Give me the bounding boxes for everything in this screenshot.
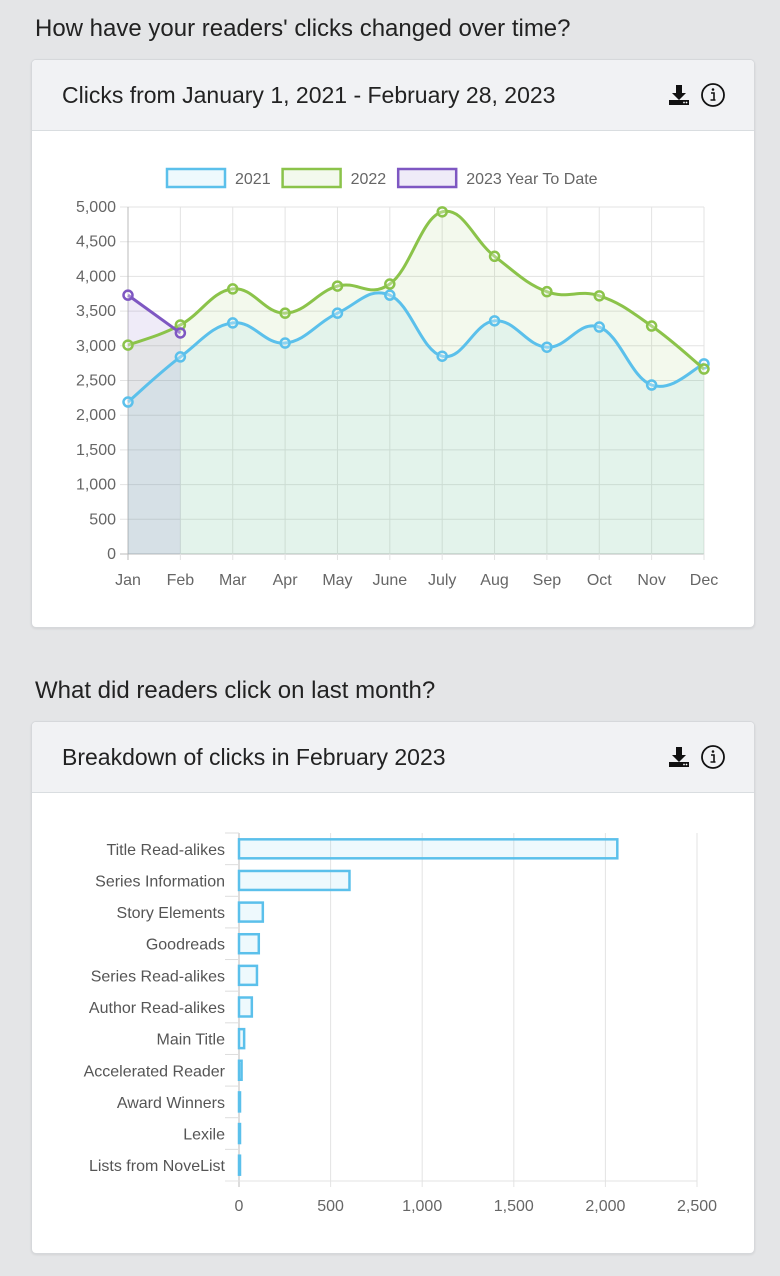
data-point <box>436 350 448 362</box>
clicks-over-time-card: Clicks from January 1, 2021 - February 2… <box>31 59 755 628</box>
data-point <box>331 280 344 292</box>
y-tick-label: Lexile <box>183 1127 225 1144</box>
legend-swatch <box>396 167 458 189</box>
y-tick-label: Story Elements <box>117 905 225 922</box>
y-tick-label: Author Read-alikes <box>89 1000 225 1017</box>
bar <box>237 869 351 892</box>
y-tick-label: 3,000 <box>76 338 116 355</box>
y-tick-label: 4,000 <box>76 268 116 285</box>
card-title: Breakdown of clicks in February 2023 <box>62 744 446 770</box>
clicks-breakdown-card: Breakdown of clicks in February 2023 0 50… <box>31 721 755 1254</box>
line-chart: 0 500 1,000 1,500 2,000 2,500 3,000 3,500 4,000 4… <box>76 167 718 589</box>
bar <box>237 964 259 987</box>
data-point <box>645 379 658 391</box>
x-tick-label: Oct <box>587 572 612 589</box>
x-tick-label: 2,000 <box>585 1198 625 1215</box>
data-point <box>645 320 658 332</box>
data-point <box>122 289 134 301</box>
x-tick-label: Sep <box>533 572 562 589</box>
x-tick-label: Jan <box>115 572 141 589</box>
bar-chart: 0 500 1,000 1,500 2,000 2,500 Title Read-alike… <box>84 832 717 1215</box>
info-icon[interactable] <box>700 744 726 770</box>
y-tick-label: Accelerated Reader <box>84 1063 226 1080</box>
series-area-2 <box>128 295 181 554</box>
info-icon[interactable] <box>700 82 726 108</box>
data-point <box>174 351 187 363</box>
x-tick-label: Apr <box>273 572 299 589</box>
x-tick-label: Dec <box>690 572 718 589</box>
section-heading-breakdown: What did readers click on last month? <box>35 677 436 704</box>
x-tick-label: May <box>322 572 352 589</box>
y-tick-label: 2,000 <box>76 407 116 424</box>
legend-label: 2021 <box>235 171 271 188</box>
y-tick-label: Series Read-alikes <box>91 968 225 985</box>
data-point <box>593 290 606 302</box>
x-tick-label: Feb <box>167 572 195 589</box>
data-point <box>226 317 239 329</box>
data-point <box>488 250 501 263</box>
data-point <box>488 315 501 327</box>
y-tick-label: 1,000 <box>76 477 116 494</box>
bar <box>237 1122 242 1145</box>
card-header: Clicks from January 1, 2021 - February 2… <box>32 60 754 131</box>
data-point <box>279 307 291 319</box>
bar <box>237 996 254 1018</box>
bar <box>237 838 619 860</box>
data-point <box>174 327 187 339</box>
download-icon[interactable] <box>666 82 692 108</box>
y-tick-label: Title Read-alikes <box>106 842 225 859</box>
x-tick-label: Nov <box>637 572 665 589</box>
legend-swatch <box>165 167 227 189</box>
data-point <box>593 321 606 333</box>
y-tick-label: 2,500 <box>76 373 116 390</box>
data-point <box>541 341 553 353</box>
bar <box>237 1059 243 1082</box>
y-tick-label: Award Winners <box>117 1095 225 1112</box>
bar <box>237 1154 242 1176</box>
bar <box>237 1027 246 1050</box>
download-icon[interactable] <box>666 744 692 770</box>
data-point <box>279 337 291 349</box>
section-heading-trends: How have your readers' clicks changed ov… <box>35 15 571 42</box>
data-point <box>384 278 396 290</box>
bar <box>237 932 261 955</box>
data-point <box>331 307 344 319</box>
y-tick-label: 3,500 <box>76 303 116 320</box>
legend-swatch <box>281 167 342 189</box>
y-tick-label: 4,500 <box>76 234 116 251</box>
data-point <box>122 396 134 408</box>
y-tick-label: 5,000 <box>76 199 116 216</box>
x-tick-label: 1,000 <box>402 1198 442 1215</box>
data-point <box>698 363 710 375</box>
y-tick-label: Goodreads <box>146 937 225 954</box>
bar <box>237 901 265 923</box>
data-point <box>226 283 239 295</box>
x-tick-label: 500 <box>317 1198 344 1215</box>
x-tick-label: 0 <box>235 1198 244 1215</box>
data-point <box>384 289 396 301</box>
y-tick-label: 0 <box>107 546 116 563</box>
y-tick-label: Series Information <box>95 873 225 890</box>
x-tick-label: 2,500 <box>677 1198 717 1215</box>
data-point <box>122 339 134 351</box>
series-area-1 <box>128 211 704 555</box>
y-tick-label: Lists from NoveList <box>89 1158 226 1175</box>
x-tick-label: Aug <box>480 572 508 589</box>
x-tick-label: Mar <box>219 572 247 589</box>
y-tick-label: 500 <box>89 511 116 528</box>
bar <box>237 1091 242 1113</box>
legend-label: 2023 Year To Date <box>466 171 597 188</box>
x-tick-label: 1,500 <box>494 1198 534 1215</box>
x-tick-label: July <box>428 572 456 589</box>
card-title: Clicks from January 1, 2021 - February 2… <box>62 82 556 108</box>
data-point <box>541 285 553 298</box>
card-header: Breakdown of clicks in February 2023 <box>32 722 754 793</box>
legend-label: 2022 <box>351 171 387 188</box>
y-tick-label: 1,500 <box>76 442 116 459</box>
y-tick-label: Main Title <box>157 1032 226 1049</box>
data-point <box>436 206 448 218</box>
x-tick-label: June <box>372 572 407 589</box>
